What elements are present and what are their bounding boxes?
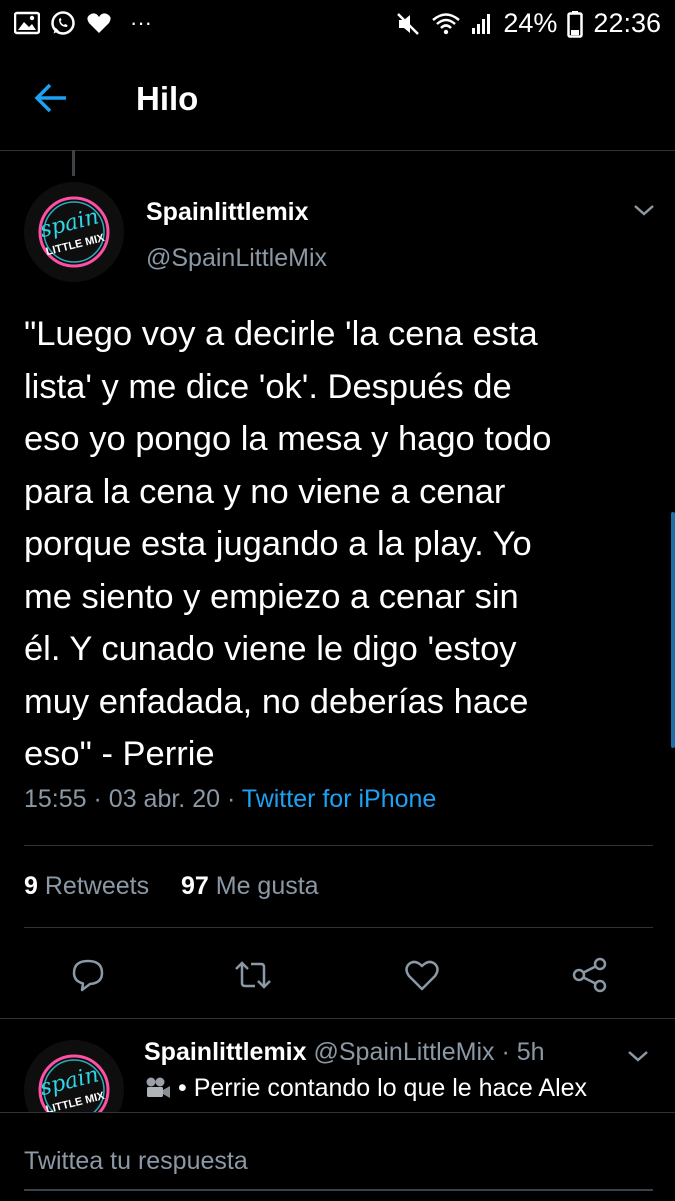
- tweet-date: 03 abr. 20: [108, 785, 221, 813]
- likes-stat[interactable]: 97 Me gusta: [181, 872, 319, 900]
- reply-tweet-text: • Perrie contando lo que le hace Alex: [144, 1074, 587, 1103]
- likes-count: 97: [180, 872, 209, 900]
- tweet-time: 15:55: [24, 785, 87, 813]
- reply-input[interactable]: Twittea tu respuesta: [24, 1147, 248, 1176]
- scrollbar[interactable]: [671, 512, 675, 748]
- whatsapp-icon: [51, 11, 75, 35]
- chevron-down-icon: [628, 1051, 648, 1062]
- tweet-text-line: porque esta jugando a la play. Yo: [24, 525, 532, 563]
- tweet-menu-button[interactable]: [632, 202, 656, 223]
- spain-little-mix-logo: spain LITTLE MIX: [24, 182, 124, 282]
- movie-camera-icon: [146, 1077, 170, 1098]
- heart-icon: [87, 13, 111, 33]
- tweet-meta: 15:55 · 03 abr. 20 · Twitter for iPhone: [24, 785, 436, 814]
- reply-composer[interactable]: Twittea tu respuesta: [0, 1112, 675, 1201]
- share-icon: [572, 957, 607, 993]
- reply-input-underline: [24, 1189, 653, 1191]
- divider: [24, 927, 653, 928]
- divider: [24, 845, 653, 846]
- like-button[interactable]: [397, 950, 447, 1000]
- tweet-text: "Luego voy a decirle 'la cena esta lista…: [24, 308, 659, 781]
- meta-separator: ·: [93, 785, 102, 813]
- clock: 22:36: [593, 8, 661, 38]
- avatar[interactable]: spain LITTLE MIX: [24, 182, 124, 282]
- meta-separator: ·: [226, 785, 236, 813]
- meta-separator: ·: [501, 1038, 510, 1066]
- tweet-text-line: eso yo pongo la mesa y hago todo: [24, 420, 552, 458]
- notification-icons: ···: [14, 10, 152, 36]
- divider: [0, 1018, 675, 1019]
- mute-icon: [397, 12, 420, 35]
- chevron-down-icon: [634, 205, 654, 216]
- app-header: Hilo: [0, 48, 675, 151]
- heart-outline-icon: [405, 960, 439, 991]
- status-bar: ··· 24% 22:36: [0, 0, 675, 48]
- tweet-text-line: "Luego voy a decirle 'la cena esta: [24, 315, 538, 353]
- reply-text-content: • Perrie contando lo que le hace Alex: [178, 1074, 588, 1102]
- share-button[interactable]: [565, 950, 615, 1000]
- battery-icon: [567, 10, 584, 38]
- retweet-icon: [235, 961, 271, 989]
- system-status: 24% 22:36: [395, 8, 661, 39]
- retweets-label: Retweets: [44, 872, 150, 900]
- tweet-text-line: me siento y empiezo a cenar sin: [24, 577, 519, 616]
- tweet-actions: [0, 950, 675, 1000]
- tweet-text-line: muy enfadada, no deberías hace: [24, 682, 529, 721]
- retweets-count: 9: [24, 872, 38, 900]
- reply-button[interactable]: [63, 950, 113, 1000]
- thread-connector-line: [72, 150, 75, 176]
- wifi-icon: [432, 12, 461, 34]
- reply-author-handle[interactable]: @SpainLittleMix: [314, 1038, 495, 1066]
- retweet-button[interactable]: [228, 950, 278, 1000]
- reply-time: 5h: [516, 1038, 545, 1066]
- tweet-text-line: lista' y me dice 'ok'. Después de: [24, 367, 512, 406]
- more-notifications-dots: ···: [130, 10, 152, 35]
- battery-percent: 24%: [503, 8, 558, 38]
- reply-menu-button[interactable]: [626, 1048, 650, 1069]
- tweet-stats: 9 Retweets 97 Me gusta: [24, 872, 319, 901]
- gallery-icon: [14, 11, 40, 35]
- tweet-source-link[interactable]: Twitter for iPhone: [242, 785, 437, 813]
- author-name[interactable]: Spainlittlemix: [146, 198, 309, 227]
- likes-label: Me gusta: [215, 872, 319, 900]
- author-handle[interactable]: @SpainLittleMix: [146, 244, 327, 273]
- back-button[interactable]: [30, 78, 74, 118]
- signal-icon: [472, 13, 491, 34]
- retweets-stat[interactable]: 9 Retweets: [24, 872, 149, 900]
- reply-header: Spainlittlemix @SpainLittleMix · 5h: [144, 1038, 545, 1067]
- tweet-text-line: él. Y cunado viene le digo 'estoy: [24, 630, 517, 668]
- page-title: Hilo: [136, 80, 199, 117]
- reply-author-name[interactable]: Spainlittlemix: [144, 1038, 307, 1066]
- comment-icon: [72, 959, 104, 992]
- tweet-text-line: eso" - Perrie: [24, 735, 215, 773]
- arrow-left-icon: [34, 83, 66, 113]
- tweet-text-line: para la cena y no viene a cenar: [24, 472, 506, 511]
